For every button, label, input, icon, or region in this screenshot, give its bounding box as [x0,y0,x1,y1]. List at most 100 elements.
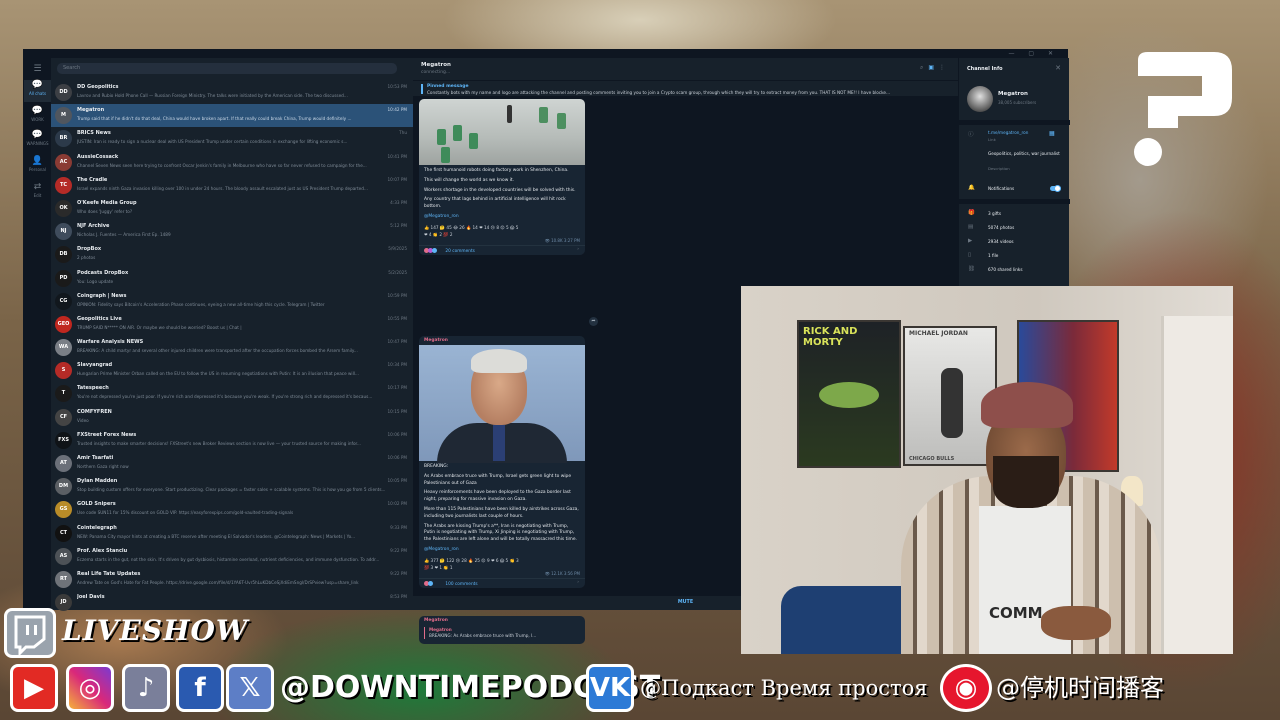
channel-link[interactable]: @Megatron_ron [424,214,580,221]
pinned-title: Pinned message [427,84,469,89]
chat-name: Dylan Madden [77,478,118,485]
chat-row[interactable]: PD Podcasts DropBox You: Logo update 5/2/20… [51,267,413,290]
chat-row[interactable]: JD Joel Davis 8:53 PM [51,591,413,614]
window-controls[interactable]: — ▢ ✕ [1008,50,1059,57]
robots-photo[interactable] [419,99,585,165]
folder-edit[interactable]: ⇄ Edit [24,182,51,198]
chat-time: 10:06 PM [387,455,407,460]
chat-row[interactable]: RT Real Life Tate Updates Andrew Tate on G… [51,568,413,591]
gifts-count[interactable]: 3 gifts [988,211,1001,216]
chat-avatar: T [55,385,72,403]
chat-row[interactable]: AC AussieCossack Channel Seven News seen h… [51,151,413,174]
chat-preview: You're not depressed you're just poor. I… [77,394,373,400]
videos-count[interactable]: 2934 videos [988,239,1014,244]
chat-row[interactable]: WA Warfare Analysis NEWS BREAKING: A child… [51,336,413,359]
chat-row[interactable]: GEO Geopolitics Live TRUMP SAID N***** ON … [51,313,413,336]
folder-warnings[interactable]: 💬 WARNINGS [24,130,51,146]
folder-personal[interactable]: 👤 Personal [24,156,51,172]
chat-row[interactable]: DD DD Geopolitics Lavrov and Rubio Hold Ph… [51,81,413,104]
chat-row[interactable]: DB DropBox 2 photos 5/9/2025 [51,243,413,266]
channel-link[interactable]: @Megatron_ron [424,547,580,554]
chat-row[interactable]: CG Coingraph | News OPINION: Fidelity says… [51,290,413,313]
chat-time: 10:59 PM [387,292,407,298]
chat-name: NJF Archive [77,223,110,230]
chat-name: AussieCossack [77,153,119,160]
chat-row[interactable]: GS GOLD Snipers Use code SUN11 for 15% dis… [51,498,413,521]
hair-shape [471,349,527,373]
chat-row[interactable]: CF COMFYFREN Video 10:15 PM [51,406,413,429]
search-input[interactable]: Search [57,63,397,74]
reply-quote[interactable]: Megatron BREAKING: As Arabs embrace truce… [424,627,580,639]
chat-row[interactable]: AT Amir Tsarfati Northern Gaza right now 10… [51,452,413,475]
qr-code-icon[interactable]: ▦ [1049,130,1055,137]
chat-name: Amir Tsarfati [77,455,114,461]
chat-row[interactable]: BR BRICS News JUSTIN: Iran is ready to sig… [51,127,413,150]
robot-shape [453,125,462,141]
notifications-toggle[interactable] [1050,185,1061,192]
message-author[interactable]: Megatron [419,616,585,625]
chevron-right-icon: › [577,579,579,585]
comments-button[interactable]: 20 comments › [419,244,585,255]
link-icon: ⛓ [968,266,975,272]
reactions[interactable]: 👍 147 🤔 45 😂 26 🔥 14 ❤ 14 😢 8 😡 5 😱 5 [419,224,585,231]
chat-preview: Who does 'Juggy' refer to? [77,208,133,214]
message-author[interactable]: Megatron [419,336,585,345]
chat-header: Megatron connecting... ⌕▣⋮ [413,58,958,80]
folder-work[interactable]: 💬 WORK [24,106,51,122]
chat-preview: BREAKING: A child martyr and several oth… [77,348,358,354]
channel-description: Geopolitics, politics, war journalist [988,151,1060,156]
message-text: BREAKING: As Arabs embrace truce with Tr… [424,464,580,554]
robot-shape [557,113,566,129]
comments-button[interactable]: 100 comments › [419,577,585,588]
chat-row[interactable]: M Megatron Trump said that if he didn't do… [51,104,413,128]
video-icon: ▶ [968,238,973,244]
channel-avatar[interactable] [967,86,993,112]
chat-time: 5/2/2025 [388,269,407,275]
hamburger-icon: ☰ [33,64,42,74]
chat-title[interactable]: Megatron [421,62,451,68]
chat-preview: Nicholas J. Fuentes — America First Ep. … [77,232,171,238]
folder-all-chats[interactable]: 💬 All chats [24,80,51,102]
chat-row[interactable]: OK O'Keefe Media Group Who does 'Juggy' re… [51,197,413,220]
files-count[interactable]: 1 file [988,253,998,258]
chat-preview: JUSTIN: Iran is ready to sign a nuclear … [77,139,348,145]
sidebar-toggle-icon[interactable]: ▣ [928,64,939,71]
chat-row[interactable]: S Slavyangrad Hungarian Prime Minister Orb… [51,359,413,382]
reactions[interactable]: 👍 377 🤔 122 😢 28 🔥 25 😡 9 ❤ 6 😱 5 👏 3 [419,557,585,564]
links-count[interactable]: 670 shared links [988,267,1023,272]
chat-preview: Video [77,417,89,423]
chat-row[interactable]: DM Dylan Madden Stop building custom offer… [51,475,413,498]
more-icon[interactable]: ⋮ [939,64,950,71]
chat-avatar: PD [55,269,72,287]
chat-name: Geopolitics Live [77,315,122,322]
chat-row[interactable]: TC The Cradle Israel expands ninth Gaza in… [51,174,413,197]
player-shape [941,368,963,438]
chat-avatar: TC [55,176,72,194]
chat-avatar: FXS [55,431,72,449]
chat-row[interactable]: AS Prof. Alex Stanciu Eczema starts in the… [51,545,413,568]
chat-preview: Channel Seven News seen here trying to c… [77,162,367,168]
photos-count[interactable]: 5074 photos [988,225,1014,230]
chat-row[interactable]: NJ NJF Archive Nicholas J. Fuentes — Ameri… [51,220,413,243]
chat-preview: 2 photos [77,255,96,261]
pin-indicator [421,84,423,94]
portrait-photo[interactable] [419,345,585,463]
youtube-icon: ▶ [10,664,58,712]
chat-avatar: NJ [55,223,72,241]
channel-name: Megatron [998,91,1028,97]
chat-preview: Stop building custom offers for everyone… [77,487,386,493]
reactions[interactable]: ❤ 4 👏 2 💯 2 [419,231,585,238]
reactions[interactable]: 💯 3 ❤ 1 👏 1 [419,564,585,571]
chat-row[interactable]: CT Cointelegraph NEW: Panama City mayor hi… [51,522,413,545]
pinned-message-bar[interactable]: Pinned message Constantly bots with my n… [413,80,958,96]
chat-row[interactable]: FXS FXStreet Forex News Trusted insights t… [51,429,413,452]
chat-name: DD Geopolitics [77,84,119,90]
channel-link[interactable]: t.me/megatron_ron [988,130,1028,135]
chat-row[interactable]: T Tatespeech You're not depressed you're j… [51,382,413,405]
weibo-handle: @停机时间播客 [996,674,1164,702]
chat-bubble-icon: 💬 [31,130,44,140]
forward-icon[interactable]: ➦ [589,317,598,326]
subscriber-count: 38,005 subscribers [998,100,1037,105]
menu-button[interactable]: ☰ [24,64,51,75]
close-icon[interactable]: ✕ [1055,64,1061,72]
